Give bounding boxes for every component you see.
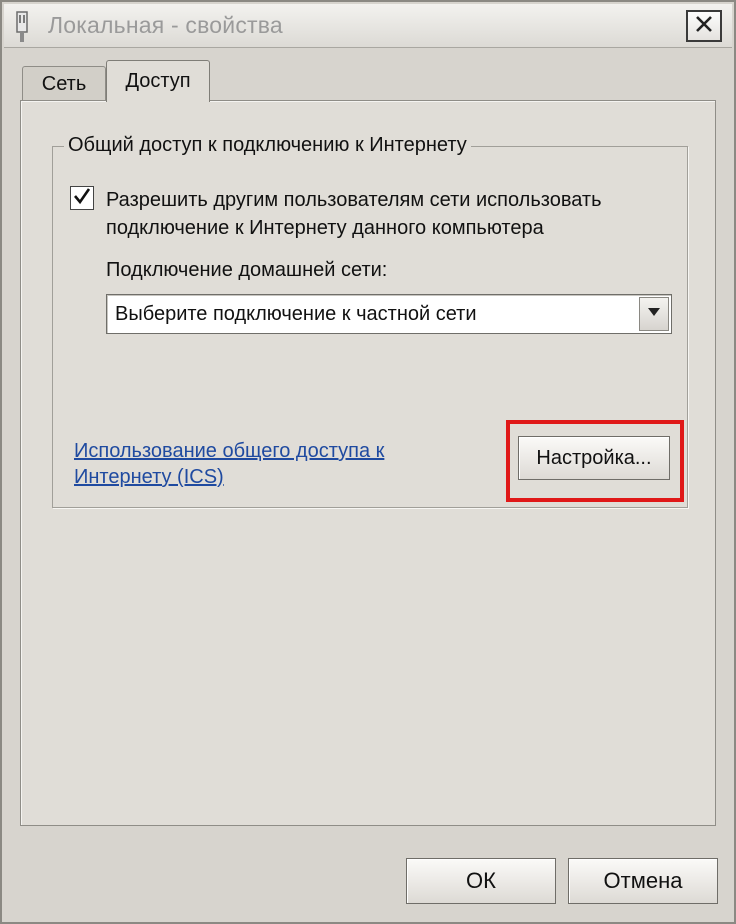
settings-button[interactable]: Настройка... — [518, 436, 670, 480]
dropdown-button[interactable] — [639, 297, 669, 331]
tab-access[interactable]: Доступ — [106, 60, 210, 102]
properties-dialog: Локальная - свойства Сеть Доступ Общий д… — [0, 0, 736, 924]
cancel-button[interactable]: Отмена — [568, 858, 718, 904]
checkmark-icon — [72, 186, 92, 211]
allow-sharing-label[interactable]: Разрешить другим пользователям сети испо… — [106, 186, 686, 242]
internet-sharing-group-title: Общий доступ к подключению к Интернету — [64, 134, 471, 157]
tab-network[interactable]: Сеть — [22, 66, 106, 102]
home-connection-label: Подключение домашней сети: — [106, 259, 388, 281]
close-button[interactable] — [686, 10, 722, 42]
home-connection-select[interactable]: Выберите подключение к частной сети — [106, 294, 672, 334]
window-title: Локальная - свойства — [48, 12, 283, 38]
ok-button[interactable]: ОК — [406, 858, 556, 904]
network-adapter-icon — [10, 10, 34, 44]
ics-help-link[interactable]: Использование общего доступа к Интернету… — [74, 438, 454, 490]
allow-sharing-checkbox[interactable] — [70, 186, 94, 210]
title-bar[interactable]: Локальная - свойства — [4, 4, 732, 48]
chevron-down-icon — [646, 305, 662, 323]
home-connection-value: Выберите подключение к частной сети — [115, 303, 477, 325]
close-icon — [694, 14, 714, 39]
